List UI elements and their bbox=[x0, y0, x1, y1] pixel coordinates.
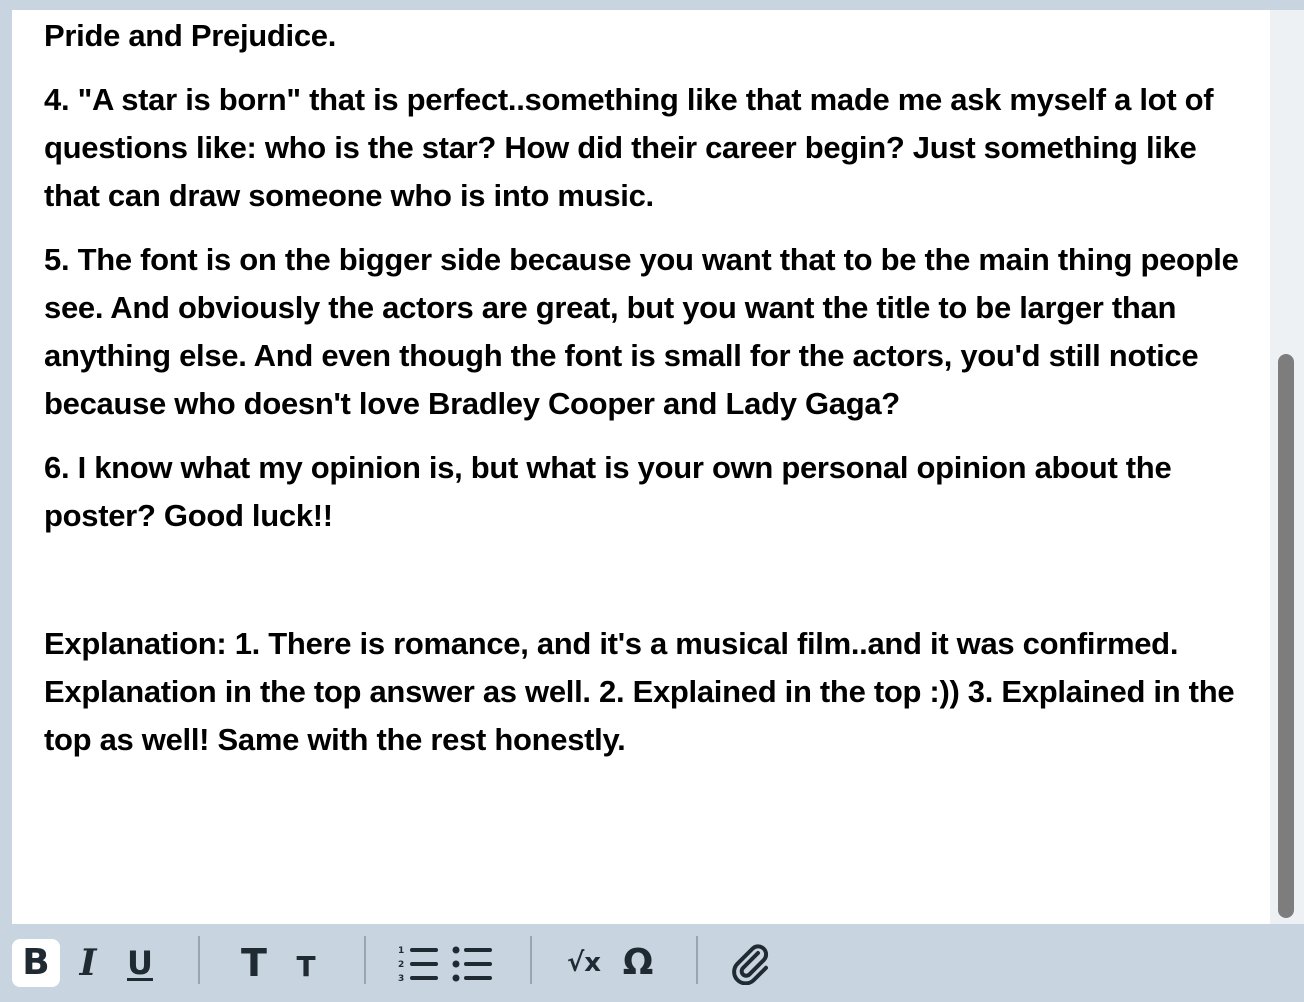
italic-button[interactable]: I bbox=[64, 939, 112, 987]
attach-button[interactable] bbox=[726, 939, 774, 987]
svg-text:3: 3 bbox=[398, 974, 404, 983]
paragraph: Explanation: 1. There is romance, and it… bbox=[44, 626, 1235, 757]
underline-icon: U bbox=[127, 944, 153, 982]
editor-content[interactable]: Pride and Prejudice. 4. "A star is born"… bbox=[44, 10, 1244, 780]
paperclip-icon bbox=[732, 944, 769, 985]
formatting-toolbar: B I U T T 1 2 3 √x Ω bbox=[0, 924, 1304, 1002]
heading-large-button[interactable]: T bbox=[230, 939, 278, 987]
toolbar-divider bbox=[696, 936, 698, 984]
toolbar-divider bbox=[364, 936, 366, 984]
square-root-icon: √x bbox=[566, 948, 602, 978]
text-size-large-icon: T bbox=[241, 941, 267, 985]
paragraph: Pride and Prejudice. bbox=[44, 18, 337, 53]
bold-icon: B bbox=[22, 942, 50, 983]
text-size-small-icon: T bbox=[296, 950, 316, 983]
paragraph: 6. I know what my opinion is, but what i… bbox=[44, 450, 1172, 533]
omega-icon: Ω bbox=[622, 942, 654, 983]
toolbar-divider bbox=[530, 936, 532, 984]
bulleted-list-button[interactable] bbox=[448, 939, 496, 987]
underline-button[interactable]: U bbox=[116, 939, 164, 987]
answer-editor-window: Pride and Prejudice. 4. "A star is born"… bbox=[0, 0, 1304, 1002]
numbered-list-icon: 1 2 3 bbox=[398, 946, 438, 983]
bulleted-list-icon bbox=[452, 946, 492, 982]
equation-button[interactable]: √x bbox=[560, 939, 608, 987]
empty-paragraph bbox=[44, 556, 1244, 604]
paragraph: 5. The font is on the bigger side becaus… bbox=[44, 242, 1239, 421]
toolbar-divider bbox=[198, 936, 200, 984]
answer-text-editor[interactable]: Pride and Prejudice. 4. "A star is born"… bbox=[12, 10, 1270, 924]
svg-text:1: 1 bbox=[398, 946, 404, 956]
special-character-button[interactable]: Ω bbox=[614, 939, 662, 987]
numbered-list-button[interactable]: 1 2 3 bbox=[394, 939, 442, 987]
italic-icon: I bbox=[79, 942, 97, 984]
svg-text:2: 2 bbox=[398, 960, 404, 970]
paragraph: 4. "A star is born" that is perfect..som… bbox=[44, 82, 1214, 213]
bold-button[interactable]: B bbox=[12, 939, 60, 987]
heading-small-button[interactable]: T bbox=[282, 939, 330, 987]
scrollbar-thumb[interactable] bbox=[1278, 354, 1294, 918]
